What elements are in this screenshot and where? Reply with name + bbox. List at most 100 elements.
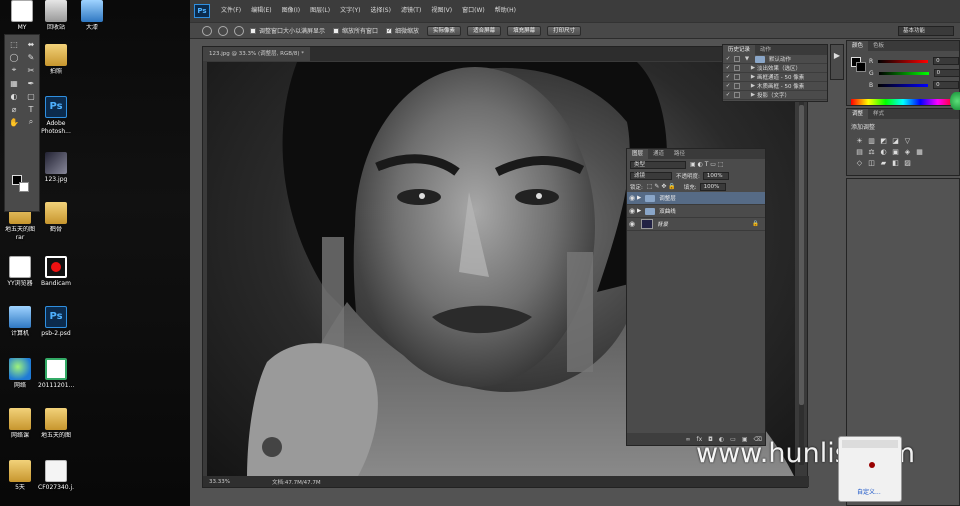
adjustment-icon[interactable]: ◩ — [879, 137, 888, 145]
adjustment-icon[interactable]: ☀ — [855, 137, 864, 145]
adjustment-icon[interactable] — [915, 159, 924, 167]
actual-pixels-button[interactable]: 实际像素 — [427, 25, 462, 36]
adjustment-icon[interactable]: ◈ — [903, 148, 912, 156]
desktop-icon[interactable]: Bandicam — [38, 256, 74, 287]
action-row[interactable]: ✓ ▶ 淡出效果（选区） — [723, 64, 827, 73]
check-icon[interactable]: ✓ — [725, 74, 731, 80]
tool-icon[interactable]: ⌕ — [23, 116, 39, 128]
adjustment-icon[interactable]: ▽ — [903, 137, 912, 145]
menu-item[interactable]: 图像(I) — [277, 0, 305, 22]
menu-item[interactable]: 帮助(H) — [490, 0, 521, 22]
panel-tab[interactable]: 图层 — [627, 149, 649, 159]
desktop-icon[interactable]: rar — [2, 234, 38, 241]
visibility-eye-icon[interactable]: ◉ — [627, 220, 637, 228]
channel-slider[interactable] — [878, 59, 929, 63]
expand-icon[interactable]: ▶ — [637, 208, 641, 214]
menu-item[interactable]: 视图(V) — [426, 0, 457, 22]
desktop-icon[interactable]: 网络课 — [2, 408, 38, 439]
tool-icon[interactable]: ✒ — [23, 77, 39, 89]
adjustment-icon[interactable] — [927, 148, 936, 156]
tool-icon[interactable]: T — [23, 103, 39, 115]
desktop-icon[interactable]: CF027340.j... — [38, 460, 74, 491]
tool-icon[interactable]: ▦ — [6, 77, 22, 89]
desktop-icon[interactable]: 回收站 — [38, 0, 74, 31]
tool-icon[interactable]: ⌖ — [6, 64, 22, 76]
adjustment-icon[interactable]: ▤ — [855, 148, 864, 156]
lock-icons[interactable]: ⬚ ✎ ✥ 🔒 — [647, 183, 676, 190]
scrubby-zoom-checkbox[interactable]: ✓ 细微缩放 — [386, 26, 419, 35]
document-tab[interactable]: 123.jpg @ 33.3% (调整层, RGB/8) * — [203, 47, 310, 61]
channel-value-input[interactable]: 0 — [933, 69, 960, 77]
adjustment-icon[interactable]: ◫ — [867, 159, 876, 167]
desktop-icon[interactable]: 20111201... — [38, 358, 74, 389]
layer-row[interactable]: ◉ ▶ 调整层 — [627, 192, 765, 205]
vertical-scrollbar[interactable] — [799, 65, 804, 465]
layer-footer-icon[interactable]: ∞ — [686, 436, 691, 443]
resize-windows-checkbox[interactable]: 调整窗口大小以满屏显示 — [250, 26, 325, 35]
action-row[interactable]: ✓ ▼ 默认动作 — [723, 55, 827, 64]
channel-value-input[interactable]: 0 — [933, 57, 960, 65]
menu-item[interactable]: 图层(L) — [305, 0, 335, 22]
zoom-in-icon[interactable] — [218, 25, 228, 36]
adjustment-icon[interactable]: ▣ — [891, 148, 900, 156]
zoom-out-icon[interactable] — [234, 25, 244, 36]
tool-icon[interactable]: ◯ — [6, 51, 22, 63]
desktop-icon[interactable]: MY — [4, 0, 40, 31]
desktop-icon[interactable]: 鹤骨 — [38, 202, 74, 233]
action-row[interactable]: ✓ ▶ 画框通道 - 50 像素 — [723, 73, 827, 82]
desktop-icon[interactable]: 计算机 — [2, 306, 38, 337]
tool-icon[interactable]: ✂ — [23, 64, 39, 76]
layer-name[interactable]: 双曲线 — [659, 207, 676, 215]
adjustment-icon[interactable]: ◐ — [879, 148, 888, 156]
desktop-icon[interactable]: 网络 — [2, 358, 38, 389]
workspace-select[interactable]: 基本功能 — [898, 26, 954, 36]
panel-tab[interactable]: 路径 — [669, 149, 690, 159]
opacity-input[interactable]: 100% — [702, 171, 729, 180]
action-row[interactable]: ✓ ▶ 投影（文字） — [723, 91, 827, 100]
adjustment-icon[interactable]: ▰ — [879, 159, 888, 167]
tool-icon[interactable]: ◐ — [6, 90, 22, 102]
desktop-icon[interactable]: 地五天的图 — [38, 408, 74, 439]
panel-tab[interactable]: 调整 — [847, 109, 869, 119]
adjustment-icon[interactable] — [927, 159, 936, 167]
check-icon[interactable]: ✓ — [725, 92, 731, 98]
menu-item[interactable]: 窗口(W) — [457, 0, 490, 22]
layer-name[interactable]: 背景 — [657, 220, 668, 228]
layer-row[interactable]: ◉ 背景 🔒 — [627, 218, 765, 231]
tool-icon[interactable]: ⬚ — [6, 38, 22, 50]
fill-input[interactable]: 100% — [699, 182, 726, 191]
adjustment-icon[interactable]: ▥ — [867, 137, 876, 145]
channel-slider[interactable] — [878, 83, 929, 87]
adjustment-icon[interactable]: ▦ — [915, 148, 924, 156]
panel-tab[interactable]: 颜色 — [847, 41, 869, 51]
menu-item[interactable]: 选择(S) — [365, 0, 396, 22]
color-spectrum[interactable] — [851, 99, 955, 105]
desktop-icon[interactable]: 5天 — [2, 460, 38, 491]
desktop-icon[interactable]: Ps Adobe — [38, 96, 74, 127]
adjustment-icon[interactable] — [927, 137, 936, 145]
desktop-icon[interactable]: 123.jpg — [38, 152, 74, 183]
tool-icon[interactable]: ▢ — [23, 90, 39, 102]
check-icon[interactable]: ✓ — [725, 56, 731, 62]
tool-icon[interactable]: ✋ — [6, 116, 22, 128]
kind-filter-select[interactable]: 类型 — [630, 160, 686, 169]
panel-tab[interactable]: 动作 — [755, 45, 776, 55]
menu-item[interactable]: 文件(F) — [216, 0, 246, 22]
zoom-level[interactable]: 33.33% — [203, 479, 236, 485]
floating-widget[interactable] — [950, 92, 960, 110]
layer-name[interactable]: 调整层 — [659, 194, 676, 202]
zoom-all-windows-checkbox[interactable]: 缩放所有窗口 — [333, 26, 378, 35]
action-row[interactable]: ✓ ▶ 木质画框 - 50 像素 — [723, 82, 827, 91]
adjustment-icon[interactable]: ⚖ — [867, 148, 876, 156]
expand-icon[interactable]: ▶ — [749, 83, 757, 89]
adjustment-icon[interactable]: ◧ — [891, 159, 900, 167]
custom-link[interactable]: 自定义... — [857, 487, 881, 496]
scroll-thumb[interactable] — [799, 105, 804, 405]
desktop-icon[interactable]: Ps psb-2.psd — [38, 306, 74, 337]
desktop-icon[interactable]: 拍照 — [38, 44, 74, 75]
menu-item[interactable]: 滤镜(T) — [396, 0, 426, 22]
expand-icon[interactable]: ▶ — [749, 74, 757, 80]
background-color-swatch[interactable] — [856, 62, 866, 72]
filter-icons[interactable]: ▣ ◐ T ▭ ⬚ — [690, 161, 724, 168]
tool-icon[interactable]: ✎ — [23, 51, 39, 63]
